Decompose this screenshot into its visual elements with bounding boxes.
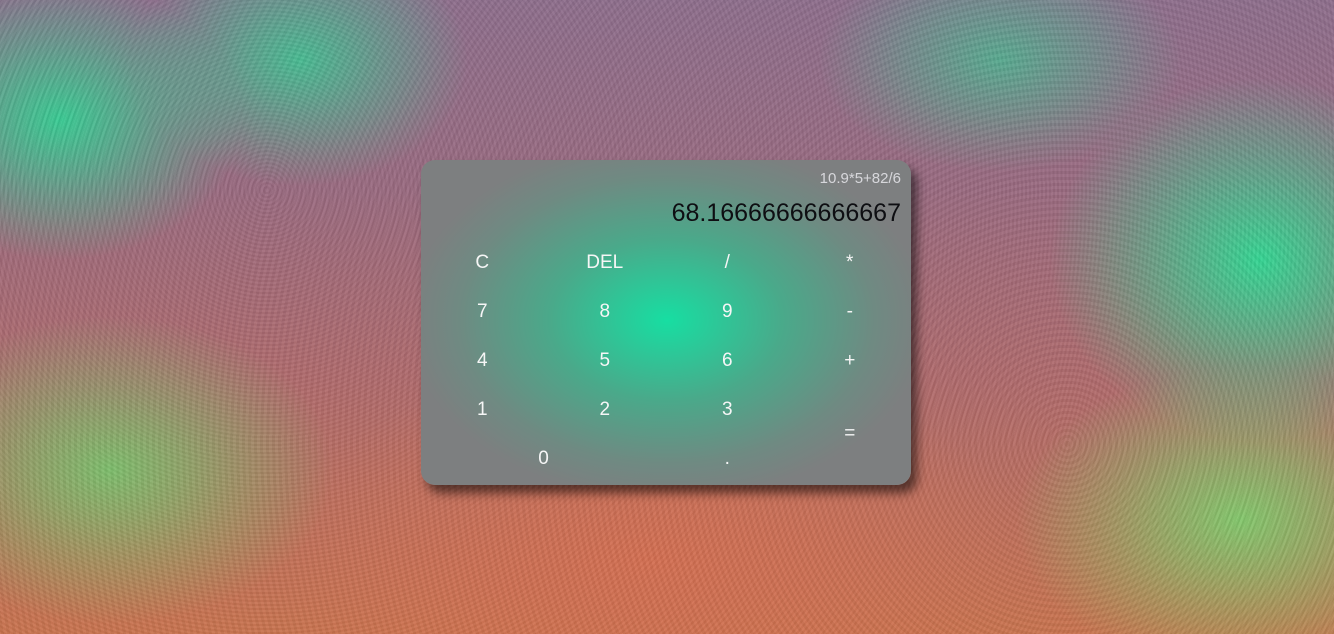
digit-3-button[interactable]: 3 — [666, 385, 789, 434]
digit-1-button[interactable]: 1 — [421, 385, 544, 434]
digit-7-button[interactable]: 7 — [421, 287, 544, 336]
clear-button[interactable]: C — [421, 238, 544, 287]
equals-button[interactable]: = — [789, 385, 912, 483]
plus-button[interactable]: + — [789, 336, 912, 385]
digit-5-button[interactable]: 5 — [544, 336, 667, 385]
digit-9-button[interactable]: 9 — [666, 287, 789, 336]
decimal-button[interactable]: . — [666, 434, 789, 483]
multiply-button[interactable]: * — [789, 238, 912, 287]
previous-expression: 10.9*5+82/6 — [819, 170, 901, 187]
digit-8-button[interactable]: 8 — [544, 287, 667, 336]
calculator-card: 10.9*5+82/6 68.16666666666667 C DEL / * … — [421, 160, 911, 485]
divide-button[interactable]: / — [666, 238, 789, 287]
digit-0-button[interactable]: 0 — [421, 434, 666, 483]
digit-6-button[interactable]: 6 — [666, 336, 789, 385]
digit-4-button[interactable]: 4 — [421, 336, 544, 385]
delete-button[interactable]: DEL — [544, 238, 667, 287]
minus-button[interactable]: - — [789, 287, 912, 336]
keypad: C DEL / * 7 8 9 - 4 5 6 + 1 2 3 = 0 . — [421, 238, 911, 483]
current-result: 68.16666666666667 — [671, 199, 901, 227]
digit-2-button[interactable]: 2 — [544, 385, 667, 434]
